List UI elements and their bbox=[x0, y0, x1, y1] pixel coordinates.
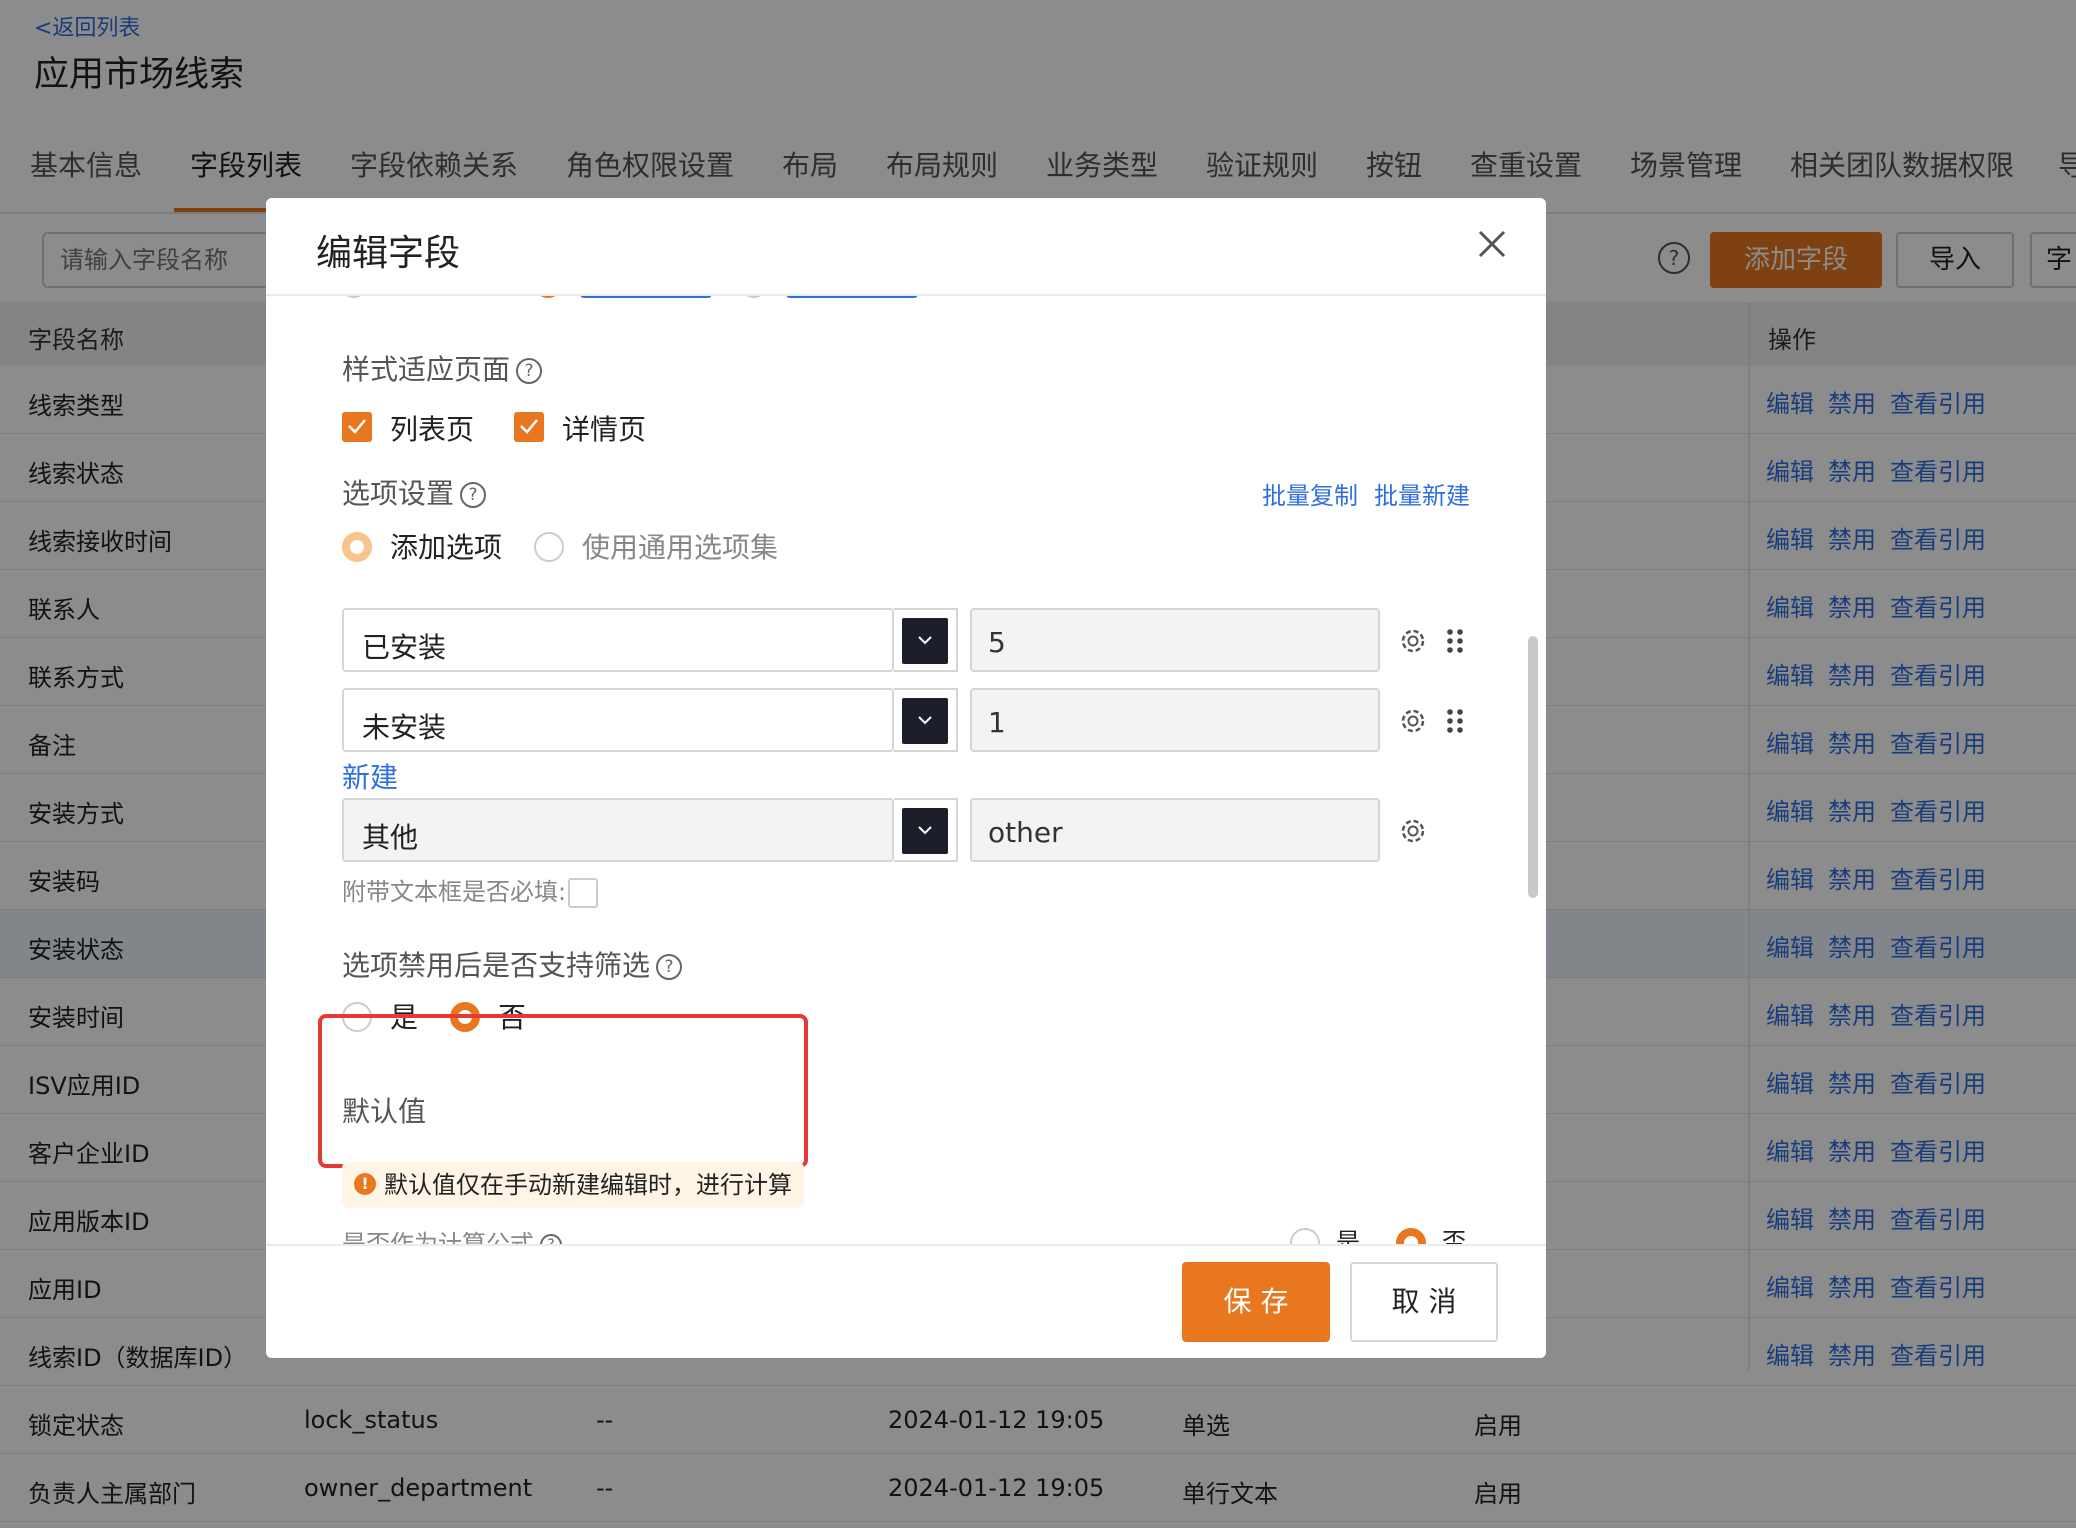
option-color-picker[interactable] bbox=[894, 608, 958, 672]
common-options-label: 使用通用选项集 bbox=[582, 531, 779, 564]
formula-label: 是否作为计算公式? bbox=[342, 1224, 562, 1244]
edit-field-dialog: 编辑字段 样式适应页面? 列表页 详情页 选项设置? 批量复制 批量新建 添加选… bbox=[266, 198, 1546, 1358]
warning-icon: ! bbox=[354, 1173, 376, 1195]
detail-page-checkbox[interactable] bbox=[514, 412, 544, 442]
disabled-filter-label: 选项禁用后是否支持筛选? bbox=[342, 944, 683, 984]
option-value-input[interactable]: 1 bbox=[970, 688, 1380, 752]
dialog-scrollbar[interactable] bbox=[1528, 636, 1538, 898]
save-button[interactable]: 保 存 bbox=[1182, 1262, 1330, 1342]
scrolled-off-controls bbox=[340, 296, 940, 304]
option-color-picker[interactable] bbox=[894, 688, 958, 752]
question-icon[interactable]: ? bbox=[460, 482, 487, 508]
peek-radio-selected[interactable] bbox=[534, 296, 562, 298]
peek-radio-2[interactable] bbox=[740, 296, 768, 298]
other-option-color-picker[interactable] bbox=[894, 798, 958, 862]
list-page-label: 列表页 bbox=[390, 413, 475, 446]
dialog-footer: 保 存 取 消 bbox=[266, 1244, 1546, 1358]
drag-handle-icon[interactable] bbox=[1444, 626, 1466, 656]
default-value-notice: ! 默认值仅在手动新建编辑时，进行计算 bbox=[342, 1162, 804, 1208]
add-options-label: 添加选项 bbox=[390, 531, 503, 564]
peek-color-box-filled[interactable] bbox=[786, 296, 918, 298]
list-page-checkbox[interactable] bbox=[342, 412, 372, 442]
drag-handle-icon[interactable] bbox=[1444, 706, 1466, 736]
dialog-body[interactable]: 样式适应页面? 列表页 详情页 选项设置? 批量复制 批量新建 添加选项 使用通… bbox=[266, 296, 1546, 1244]
formula-yes-radio[interactable] bbox=[1290, 1228, 1320, 1244]
new-option-link[interactable]: 新建 bbox=[342, 756, 398, 796]
options-setting-label: 选项设置? bbox=[342, 472, 487, 512]
gear-icon[interactable] bbox=[1398, 626, 1428, 656]
close-icon[interactable] bbox=[1472, 224, 1512, 264]
question-icon[interactable]: ? bbox=[516, 358, 543, 384]
common-options-radio[interactable] bbox=[534, 532, 564, 562]
dialog-title: 编辑字段 bbox=[316, 233, 461, 274]
attach-required-checkbox[interactable] bbox=[568, 878, 599, 908]
batch-copy-link[interactable]: 批量复制 bbox=[1262, 476, 1358, 511]
cancel-button[interactable]: 取 消 bbox=[1350, 1262, 1498, 1342]
question-icon[interactable]: ? bbox=[656, 954, 683, 980]
style-pages-label: 样式适应页面? bbox=[342, 348, 543, 388]
formula-yes-label: 是 bbox=[1336, 1228, 1360, 1244]
formula-no-radio[interactable] bbox=[1396, 1228, 1426, 1244]
gear-icon[interactable] bbox=[1398, 706, 1428, 736]
option-value-input[interactable]: 5 bbox=[970, 608, 1380, 672]
formula-no-label: 否 bbox=[1442, 1228, 1466, 1244]
attach-required-label: 附带文本框是否必填: bbox=[342, 872, 599, 908]
detail-page-label: 详情页 bbox=[562, 413, 647, 446]
peek-radio[interactable] bbox=[340, 296, 368, 298]
default-value-label: 默认值 bbox=[342, 1095, 427, 1128]
add-options-radio[interactable] bbox=[342, 532, 372, 562]
question-icon[interactable]: ? bbox=[540, 1234, 562, 1244]
option-name-input[interactable]: 已安装 bbox=[342, 608, 894, 672]
other-option-value-input[interactable]: other bbox=[970, 798, 1380, 862]
gear-icon[interactable] bbox=[1398, 816, 1428, 846]
batch-create-link[interactable]: 批量新建 bbox=[1374, 476, 1470, 511]
other-option-name-input[interactable]: 其他 bbox=[342, 798, 894, 862]
option-name-input[interactable]: 未安装 bbox=[342, 688, 894, 752]
peek-color-box[interactable] bbox=[580, 296, 712, 298]
dialog-header: 编辑字段 bbox=[266, 198, 1546, 296]
